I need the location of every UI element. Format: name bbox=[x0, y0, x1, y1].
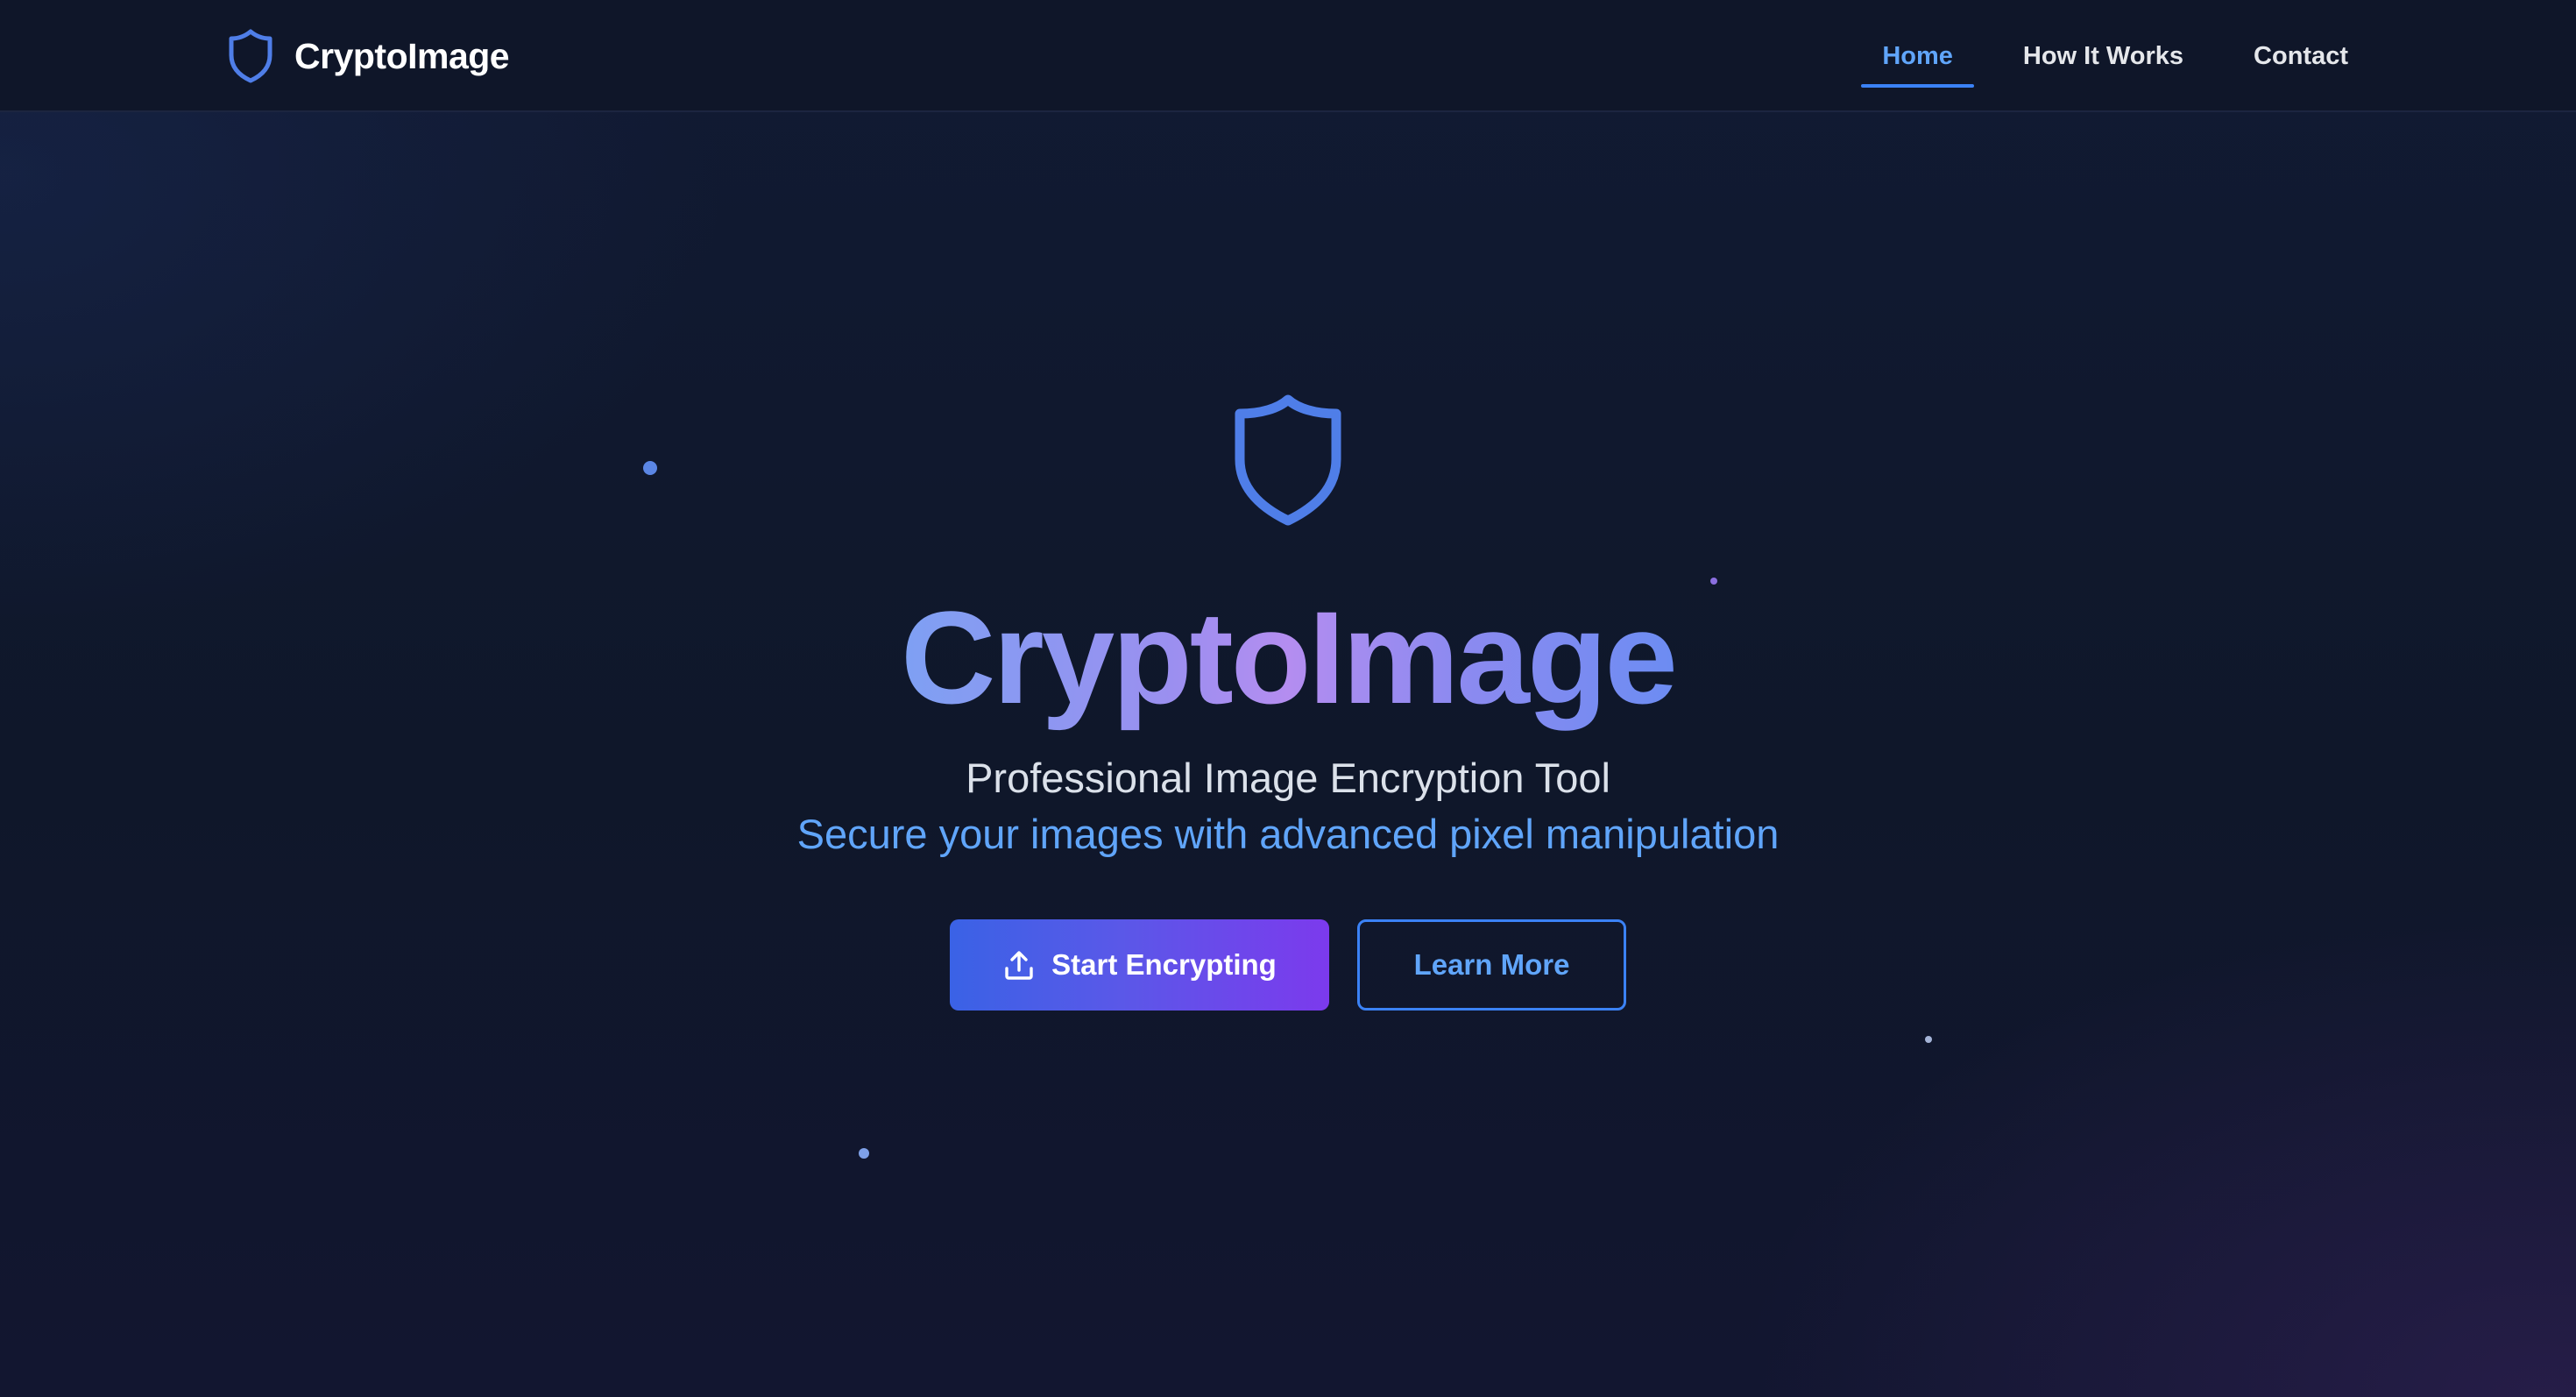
brand-logo-link[interactable]: CryptoImage bbox=[226, 26, 510, 86]
decorative-particle bbox=[1925, 1036, 1932, 1043]
nav-link-home[interactable]: Home bbox=[1861, 0, 1974, 112]
nav-link-how-it-works[interactable]: How It Works bbox=[2002, 0, 2204, 112]
page-root: CryptoImage Home How It Works Contact Cr… bbox=[0, 0, 2576, 1397]
brand-name: CryptoImage bbox=[294, 35, 510, 76]
decorative-particle bbox=[859, 1148, 869, 1159]
hero-subtitle: Professional Image Encryption Tool bbox=[966, 755, 1610, 801]
shield-icon bbox=[1227, 390, 1349, 530]
top-navbar: CryptoImage Home How It Works Contact bbox=[0, 0, 2576, 112]
shield-icon bbox=[226, 28, 275, 84]
learn-more-label: Learn More bbox=[1413, 948, 1570, 981]
hero-tagline: Secure your images with advanced pixel m… bbox=[796, 811, 1780, 857]
learn-more-button[interactable]: Learn More bbox=[1357, 919, 1626, 1011]
hero-title: CryptoImage bbox=[0, 578, 2576, 736]
hero-section: CryptoImage Professional Image Encryptio… bbox=[0, 112, 2576, 1397]
hero-title-text: CryptoImage bbox=[901, 584, 1678, 731]
start-encrypting-button[interactable]: Start Encrypting bbox=[950, 919, 1329, 1011]
upload-icon bbox=[1002, 948, 1036, 982]
decorative-particle bbox=[643, 461, 657, 475]
start-encrypting-label: Start Encrypting bbox=[1051, 948, 1277, 981]
nav-link-contact[interactable]: Contact bbox=[2233, 0, 2369, 112]
nav-links: Home How It Works Contact bbox=[1861, 0, 2369, 112]
